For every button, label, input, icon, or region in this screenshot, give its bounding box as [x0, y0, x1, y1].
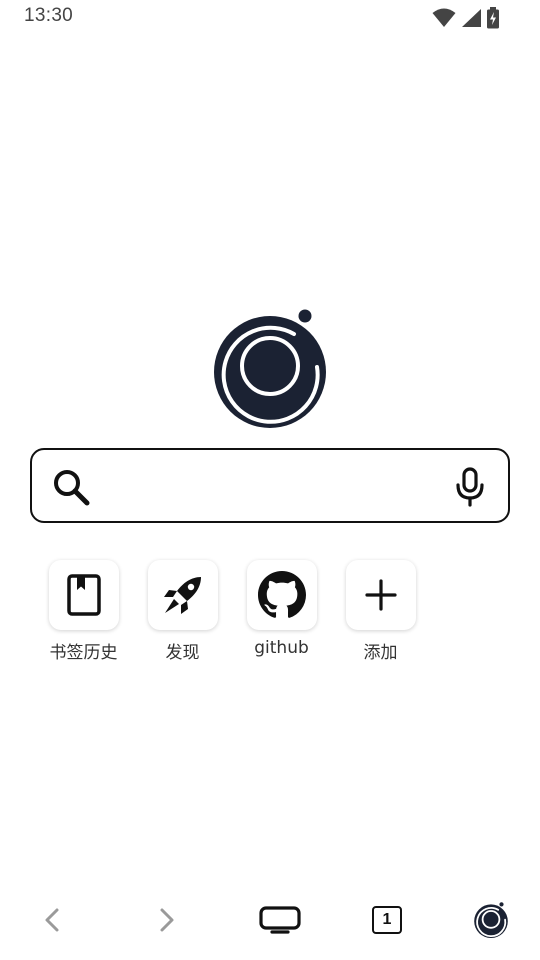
back-arrow-icon [45, 908, 59, 932]
microphone-icon[interactable] [454, 467, 486, 507]
status-time: 13:30 [24, 5, 74, 26]
menu-logo-icon [474, 902, 508, 938]
shortcut-bookmarks-history[interactable]: 书签历史 [34, 560, 133, 663]
shortcut-tile[interactable] [147, 560, 218, 630]
shortcut-tile[interactable] [345, 560, 416, 630]
signal-icon [462, 9, 481, 27]
home-button[interactable] [250, 885, 310, 955]
forward-button[interactable] [137, 885, 197, 955]
shortcut-discover[interactable]: 发现 [133, 560, 232, 663]
search-box[interactable] [30, 448, 510, 523]
wifi-icon [432, 8, 456, 27]
forward-arrow-icon [160, 908, 174, 932]
shortcut-label: 添加 [363, 643, 398, 663]
shortcut-label: 书签历史 [49, 643, 118, 663]
home-screen-icon [259, 906, 301, 934]
battery-charging-icon [487, 7, 499, 29]
search-icon[interactable] [52, 468, 90, 506]
bottom-navigation: 1 [0, 885, 540, 955]
shortcut-add[interactable]: 添加 [331, 560, 430, 663]
back-button[interactable] [22, 885, 82, 955]
menu-button[interactable] [461, 885, 521, 955]
tabs-icon: 1 [372, 906, 402, 934]
shortcut-tile[interactable] [246, 560, 317, 630]
tabs-button[interactable]: 1 [357, 885, 417, 955]
status-icons [432, 7, 500, 29]
plus-icon [364, 579, 397, 611]
shortcut-tile[interactable] [48, 560, 119, 630]
rocket-icon [163, 577, 201, 614]
browser-logo [210, 306, 330, 430]
shortcut-github[interactable]: github [232, 560, 331, 663]
github-icon [257, 571, 306, 618]
shortcut-label: github [254, 638, 309, 658]
shortcut-label: 发现 [165, 643, 200, 663]
tab-count: 1 [382, 911, 392, 928]
bookmark-book-icon [66, 574, 101, 616]
status-bar: 13:30 [0, 0, 540, 34]
search-input[interactable] [102, 460, 442, 512]
browser-logo-icon [214, 309, 326, 428]
shortcut-grid: 书签历史 发现 github 添加 [34, 560, 430, 663]
